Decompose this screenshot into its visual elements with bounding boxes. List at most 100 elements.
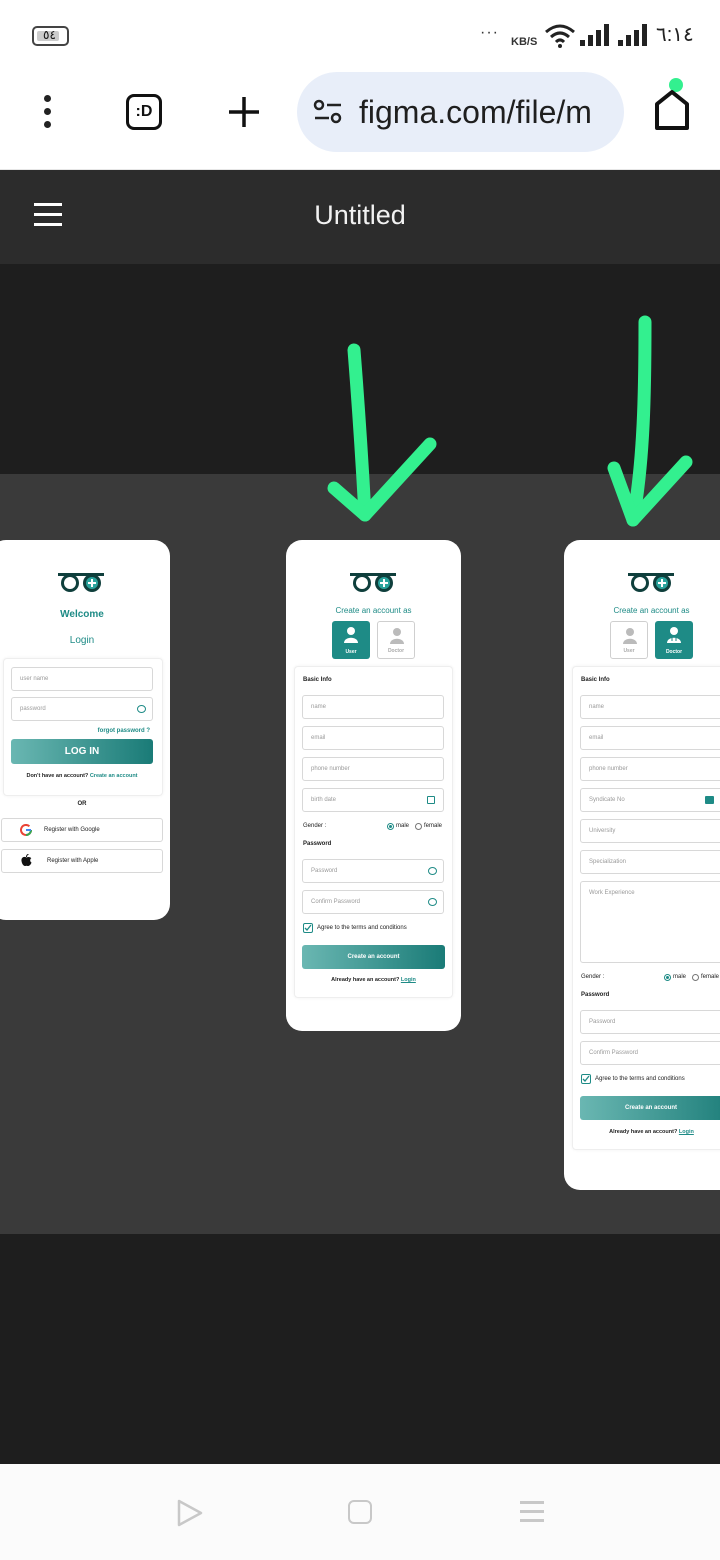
password-placeholder: Password bbox=[589, 1019, 616, 1025]
signup-prompt: Don't have an account? Create an account bbox=[0, 773, 170, 779]
female-label: female bbox=[424, 823, 443, 829]
eye-icon[interactable] bbox=[428, 867, 437, 875]
specialization-input[interactable]: Specialization bbox=[580, 850, 720, 874]
status-bar: ٥٤ ··· KB/S ٦:١٤ bbox=[0, 0, 720, 70]
female-label: female bbox=[701, 974, 720, 980]
net-speed: KB/S bbox=[511, 36, 538, 48]
name-input[interactable]: name bbox=[580, 695, 720, 719]
url-bar[interactable]: figma.com/file/m bbox=[297, 72, 624, 152]
already-text: Already have an account? bbox=[331, 977, 400, 983]
role-doctor-label: Doctor bbox=[387, 648, 405, 654]
file-title[interactable]: Untitled bbox=[0, 200, 720, 231]
google-register-button[interactable]: Register with Google bbox=[1, 818, 163, 842]
birth-date-input[interactable]: birth date bbox=[302, 788, 444, 812]
male-radio[interactable] bbox=[387, 823, 394, 830]
confirm-password-input[interactable]: Confirm Password bbox=[302, 890, 444, 914]
doctor-signup-frame[interactable]: Create an account as User Doctor Basic I… bbox=[564, 540, 720, 1190]
create-account-button[interactable]: Create an account bbox=[302, 945, 445, 969]
doctor-icon bbox=[667, 627, 681, 643]
syndicate-input[interactable]: Syndicate No bbox=[580, 788, 720, 812]
create-account-button[interactable]: Create an account bbox=[580, 1096, 720, 1120]
role-doctor-tab[interactable]: Doctor bbox=[377, 621, 415, 659]
no-account-text: Don't have an account? bbox=[26, 773, 89, 779]
eye-icon[interactable] bbox=[137, 705, 146, 713]
female-radio[interactable] bbox=[415, 823, 422, 830]
menu-dots-icon[interactable] bbox=[38, 92, 58, 132]
password-input[interactable]: Password bbox=[580, 1010, 720, 1034]
url-text[interactable]: figma.com/file/m bbox=[359, 94, 592, 131]
login-prompt: Already have an account? Login bbox=[564, 1129, 720, 1135]
terms-checkbox[interactable] bbox=[303, 923, 313, 933]
logo-icon bbox=[350, 573, 396, 592]
clock: ٦:١٤ bbox=[656, 24, 694, 46]
birth-date-placeholder: birth date bbox=[311, 797, 337, 803]
logo-icon bbox=[628, 573, 674, 592]
terms-label: Agree to the terms and conditions bbox=[595, 1076, 685, 1082]
play-icon[interactable] bbox=[176, 1498, 204, 1528]
google-icon bbox=[20, 824, 32, 836]
check-icon bbox=[304, 924, 312, 931]
eye-icon[interactable] bbox=[428, 898, 437, 906]
home-icon[interactable] bbox=[652, 76, 692, 132]
terms-label: Agree to the terms and conditions bbox=[317, 925, 407, 931]
logo-icon bbox=[58, 573, 104, 592]
already-text: Already have an account? bbox=[609, 1129, 678, 1135]
battery-level: ٥٤ bbox=[43, 28, 56, 42]
basic-info-heading: Basic Info bbox=[303, 677, 332, 683]
role-user-tab[interactable]: User bbox=[332, 621, 370, 659]
syndicate-placeholder: Syndicate No bbox=[589, 797, 625, 803]
password-placeholder: Password bbox=[311, 868, 338, 874]
password-input[interactable]: Password bbox=[302, 859, 444, 883]
phone-input[interactable]: phone number bbox=[302, 757, 444, 781]
phone-input[interactable]: phone number bbox=[580, 757, 720, 781]
username-input[interactable]: user name bbox=[11, 667, 153, 691]
password-placeholder: password bbox=[20, 706, 46, 712]
confirm-password-input[interactable]: Confirm Password bbox=[580, 1041, 720, 1065]
name-input[interactable]: name bbox=[302, 695, 444, 719]
confirm-password-placeholder: Confirm Password bbox=[311, 899, 361, 905]
user-signup-frame[interactable]: Create an account as User Doctor Basic I… bbox=[286, 540, 461, 1031]
work-experience-textarea[interactable]: Work Experience bbox=[580, 881, 720, 963]
person-icon bbox=[623, 628, 637, 644]
doctor-icon bbox=[390, 628, 404, 644]
role-user-tab[interactable]: User bbox=[610, 621, 648, 659]
welcome-text: Welcome bbox=[60, 609, 104, 620]
forgot-password-link[interactable]: forgot password ? bbox=[98, 728, 150, 734]
site-settings-icon[interactable] bbox=[313, 99, 343, 125]
male-radio[interactable] bbox=[664, 974, 671, 981]
password-input[interactable]: password bbox=[11, 697, 153, 721]
apple-label: Register with Apple bbox=[47, 858, 99, 864]
email-input[interactable]: email bbox=[302, 726, 444, 750]
role-doctor-label: Doctor bbox=[665, 649, 683, 655]
basic-info-heading: Basic Info bbox=[581, 677, 610, 683]
arrow-down-icon-2 bbox=[607, 315, 693, 527]
arrow-down-icon bbox=[327, 343, 437, 522]
battery-icon: ٥٤ bbox=[32, 26, 69, 46]
id-card-icon[interactable] bbox=[705, 796, 714, 804]
login-title: Login bbox=[69, 635, 95, 646]
email-input[interactable]: email bbox=[580, 726, 720, 750]
login-button[interactable]: LOG IN bbox=[11, 739, 153, 764]
terms-checkbox[interactable] bbox=[581, 1074, 591, 1084]
confirm-password-placeholder: Confirm Password bbox=[589, 1050, 639, 1056]
male-label: male bbox=[673, 974, 687, 980]
role-doctor-tab[interactable]: Doctor bbox=[655, 621, 693, 659]
create-account-link[interactable]: Create an account bbox=[90, 773, 138, 779]
tabs-label: :D bbox=[135, 103, 153, 120]
university-input[interactable]: University bbox=[580, 819, 720, 843]
signal-icon-2 bbox=[618, 24, 647, 46]
plus-icon[interactable] bbox=[226, 94, 262, 130]
canvas-area-bottom bbox=[0, 1234, 720, 1464]
login-frame[interactable]: Welcome Login user name password forgot … bbox=[0, 540, 170, 920]
calendar-icon[interactable] bbox=[427, 796, 435, 804]
signal-icon bbox=[580, 24, 609, 46]
apple-icon bbox=[21, 854, 32, 867]
login-link[interactable]: Login bbox=[679, 1129, 694, 1135]
square-icon[interactable] bbox=[348, 1500, 372, 1524]
male-label: male bbox=[396, 823, 410, 829]
apple-register-button[interactable]: Register with Apple bbox=[1, 849, 163, 873]
female-radio[interactable] bbox=[692, 974, 699, 981]
login-link[interactable]: Login bbox=[401, 977, 416, 983]
lines-icon[interactable] bbox=[520, 1501, 544, 1523]
tabs-icon[interactable]: :D bbox=[126, 94, 162, 130]
